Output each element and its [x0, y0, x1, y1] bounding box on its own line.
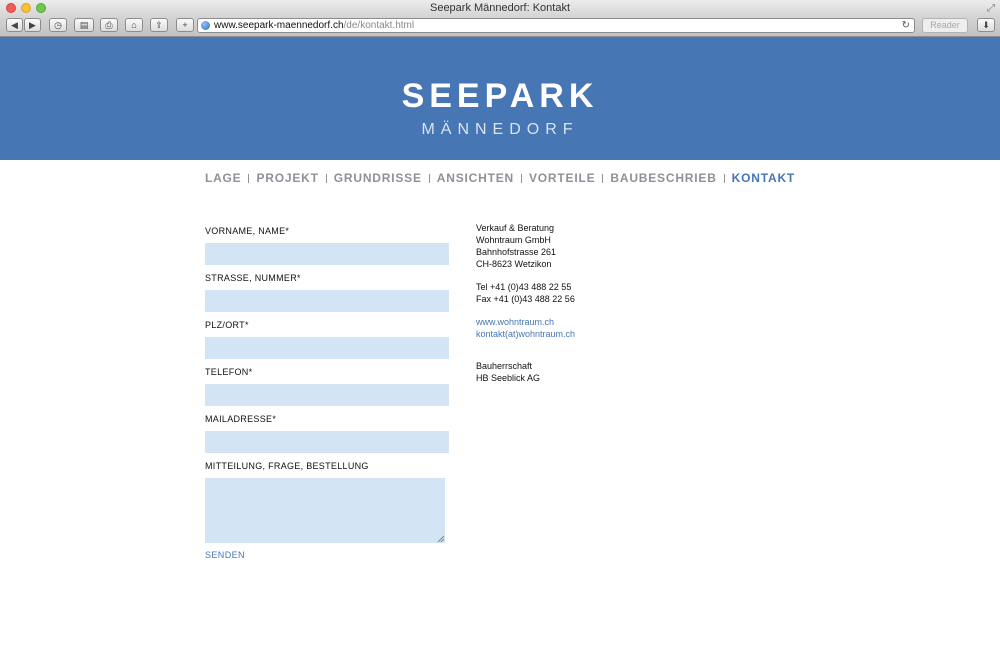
nav-item-vorteile[interactable]: VORTEILE [529, 171, 595, 185]
home-icon: ⌂ [131, 20, 137, 30]
name-field[interactable] [205, 243, 449, 265]
forward-button[interactable]: ▶ [24, 18, 41, 32]
message-textarea[interactable] [205, 478, 445, 543]
window-title: Seepark Männedorf: Kontakt [429, 2, 571, 14]
website-link[interactable]: www.wohntraum.ch [476, 316, 575, 328]
share-button[interactable]: ⇪ [150, 18, 168, 32]
contact-form: VORNAME, NAME* STRASSE, NUMMER* PLZ/ORT*… [205, 223, 449, 560]
zip-city-field[interactable] [205, 337, 449, 359]
send-button[interactable]: SENDEN [205, 550, 445, 560]
phone-number: Tel +41 (0)43 488 22 55 [476, 282, 572, 292]
nav-item-baubeschrieb[interactable]: BAUBESCHRIEB [610, 171, 716, 185]
globe-icon [201, 21, 210, 30]
nav-separator [520, 174, 522, 183]
fax-number: Fax +41 (0)43 488 22 56 [476, 294, 575, 304]
home-button[interactable]: ⌂ [125, 18, 143, 32]
main-navigation: LAGE PROJEKT GRUNDRISSE ANSICHTEN VORTEILE BA… [0, 171, 1000, 185]
sales-label: Verkauf & Beratung [476, 223, 555, 233]
email-link[interactable]: kontakt(at)wohntraum.ch [476, 328, 575, 340]
url-text[interactable]: www.seepark-maennedorf.ch/de/kontakt.htm… [214, 19, 414, 32]
plus-icon: + [182, 20, 188, 30]
phone-label: TELEFON* [205, 367, 253, 377]
nav-item-kontakt[interactable]: KONTAKT [732, 171, 795, 185]
window-titlebar: Seepark Männedorf: Kontakt ⤢ [0, 0, 1000, 16]
resize-grip-icon[interactable] [438, 536, 444, 542]
city-address: CH-8623 Wetzikon [476, 259, 552, 269]
url-domain: www.seepark-maennedorf.ch [214, 20, 344, 31]
reload-icon[interactable]: ↻ [902, 19, 910, 32]
browser-toolbar: ◀ ▶ ◷ ▤ ⎙ ⌂ ⇪ + www.seepark-maennedorf.c… [0, 16, 1000, 37]
window-controls [6, 3, 46, 13]
reader-button[interactable]: Reader [922, 18, 968, 33]
street-address: Bahnhofstrasse 261 [476, 247, 557, 257]
url-path: /de/kontakt.html [343, 20, 415, 31]
fullscreen-icon[interactable]: ⤢ [987, 1, 995, 17]
nav-separator [325, 174, 327, 183]
nav-separator [248, 174, 250, 183]
add-bookmark-button[interactable]: + [176, 18, 194, 32]
owner-label: Bauherrschaft [476, 361, 533, 371]
nav-item-ansichten[interactable]: ANSICHTEN [437, 171, 514, 185]
email-label: MAILADRESSE* [205, 414, 277, 424]
downloads-button[interactable]: ⬇ [977, 18, 995, 32]
nav-separator [602, 174, 604, 183]
back-icon: ◀ [11, 20, 18, 30]
phone-field[interactable] [205, 384, 449, 406]
history-icon: ◷ [54, 20, 62, 30]
address-bar[interactable]: www.seepark-maennedorf.ch/de/kontakt.htm… [197, 18, 915, 33]
nav-item-grundrisse[interactable]: GRUNDRISSE [334, 171, 422, 185]
nav-item-lage[interactable]: LAGE [205, 171, 242, 185]
print-icon: ⎙ [105, 20, 113, 30]
name-label: VORNAME, NAME* [205, 226, 290, 236]
logo-title[interactable]: SEEPARK [0, 77, 1000, 116]
nav-separator [428, 174, 430, 183]
nav-item-projekt[interactable]: PROJEKT [256, 171, 318, 185]
logo-subtitle: MÄNNEDORF [421, 121, 579, 138]
owner-name: HB Seeblick AG [476, 373, 541, 383]
history-button[interactable]: ◷ [49, 18, 67, 32]
street-field[interactable] [205, 290, 449, 312]
share-icon: ⇪ [155, 20, 163, 30]
minimize-window-button[interactable] [21, 3, 31, 13]
message-label: MITTEILUNG, FRAGE, BESTELLUNG [205, 461, 369, 471]
bookmarks-icon: ▤ [79, 20, 89, 30]
company-name: Wohntraum GmbH [476, 235, 551, 245]
zip-city-label: PLZ/ORT* [205, 320, 249, 330]
back-button[interactable]: ◀ [6, 18, 23, 32]
download-icon: ⬇ [982, 20, 990, 30]
forward-icon: ▶ [29, 20, 36, 30]
street-label: STRASSE, NUMMER* [205, 273, 301, 283]
header-banner: SEEPARK MÄNNEDORF [0, 37, 1000, 160]
bookmarks-button[interactable]: ▤ [74, 18, 94, 32]
zoom-window-button[interactable] [36, 3, 46, 13]
email-field[interactable] [205, 431, 449, 453]
print-button[interactable]: ⎙ [100, 18, 118, 32]
close-window-button[interactable] [6, 3, 16, 13]
contact-info: Verkauf & Beratung Wohntraum GmbH Bahnho… [476, 222, 575, 384]
nav-separator [723, 174, 725, 183]
